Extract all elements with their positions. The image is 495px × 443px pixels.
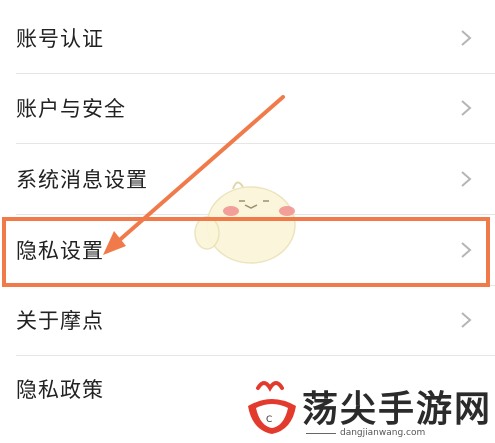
chick-logo-icon: C xyxy=(248,381,296,434)
annotation-arrow-icon xyxy=(103,95,285,255)
watermark-brand: 荡尖手游网 xyxy=(302,388,493,430)
watermark-url: dangjianwang.com xyxy=(340,428,426,438)
site-watermark: C 荡尖手游网 dangjianwang.com xyxy=(242,378,495,443)
watermark-rule xyxy=(306,433,336,434)
svg-text:C: C xyxy=(266,415,272,425)
